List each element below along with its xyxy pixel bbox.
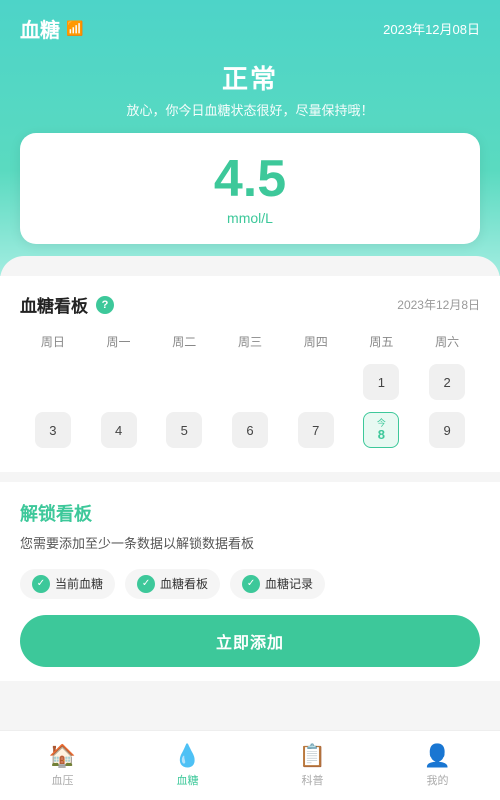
status-label: 正常	[20, 59, 480, 96]
badge-current-blood-sugar: ✓ 当前血糖	[20, 569, 115, 599]
cal-cell-4[interactable]: 4	[86, 408, 152, 452]
nav-label-blood-pressure: 血压	[52, 772, 74, 788]
unlock-desc: 您需要添加至少一条数据以解锁数据看板	[20, 534, 480, 555]
nav-label-science: 科普	[302, 772, 324, 788]
board-section: 血糖看板 ? 2023年12月8日 周日 周一 周二 周三 周四 周五 周六	[0, 276, 500, 472]
badge-label-2: 血糖看板	[160, 575, 208, 592]
cal-day-5: 周五	[349, 329, 415, 354]
wifi-icon: 📶	[66, 20, 83, 37]
top-bar: 血糖 📶 2023年12月08日	[0, 0, 500, 51]
status-desc: 放心，你今日血糖状态很好，尽量保持哦！	[20, 100, 480, 119]
calendar-grid: 周日 周一 周二 周三 周四 周五 周六 1 2 3 4	[20, 329, 480, 452]
badge-blood-sugar-record: ✓ 血糖记录	[230, 569, 325, 599]
value-unit: mmol/L	[40, 210, 460, 226]
cal-header-row: 周日 周一 周二 周三 周四 周五 周六	[20, 329, 480, 354]
app-title-row: 血糖 📶	[20, 14, 83, 43]
app-title: 血糖	[20, 14, 60, 43]
nav-icon-mine: 👤	[424, 743, 451, 769]
check-icon-1: ✓	[32, 575, 50, 593]
nav-icon-blood-sugar: 💧	[174, 743, 201, 769]
cal-cell-9[interactable]: 9	[414, 408, 480, 452]
board-title: 血糖看板	[20, 292, 88, 317]
cal-cell-2[interactable]: 2	[414, 360, 480, 404]
nav-icon-blood-pressure: 🏠	[49, 743, 76, 769]
cal-cell-5[interactable]: 5	[151, 408, 217, 452]
board-date: 2023年12月8日	[397, 296, 480, 313]
cal-day-3: 周三	[217, 329, 283, 354]
check-icon-3: ✓	[242, 575, 260, 593]
status-section: 正常 放心，你今日血糖状态很好，尽量保持哦！	[0, 51, 500, 133]
cal-cell-3[interactable]: 3	[20, 408, 86, 452]
hero-section: 血糖 📶 2023年12月08日 正常 放心，你今日血糖状态很好，尽量保持哦！ …	[0, 0, 500, 284]
badge-row: ✓ 当前血糖 ✓ 血糖看板 ✓ 血糖记录	[20, 569, 480, 599]
cal-cell-empty-3	[151, 360, 217, 404]
cal-cell-1[interactable]: 1	[349, 360, 415, 404]
nav-label-mine: 我的	[427, 772, 449, 788]
nav-item-science[interactable]: 📋 科普	[250, 743, 375, 788]
cal-day-2: 周二	[151, 329, 217, 354]
nav-label-blood-sugar: 血糖	[177, 772, 199, 788]
nav-item-blood-pressure[interactable]: 🏠 血压	[0, 743, 125, 788]
unlock-section: 解锁看板 您需要添加至少一条数据以解锁数据看板 ✓ 当前血糖 ✓ 血糖看板 ✓ …	[0, 482, 500, 681]
header-date: 2023年12月08日	[383, 19, 480, 38]
help-badge[interactable]: ?	[96, 296, 114, 314]
body-area: 血糖看板 ? 2023年12月8日 周日 周一 周二 周三 周四 周五 周六	[0, 276, 500, 681]
badge-blood-sugar-board: ✓ 血糖看板	[125, 569, 220, 599]
cal-cell-empty-4	[217, 360, 283, 404]
cal-row-2: 3 4 5 6 7 今 8 9	[20, 408, 480, 452]
add-now-button[interactable]: 立即添加	[20, 615, 480, 667]
cal-cell-empty-1	[20, 360, 86, 404]
value-card: 4.5 mmol/L	[20, 133, 480, 244]
badge-label-3: 血糖记录	[265, 575, 313, 592]
board-title-row: 血糖看板 ?	[20, 292, 114, 317]
nav-item-mine[interactable]: 👤 我的	[375, 743, 500, 788]
board-header: 血糖看板 ? 2023年12月8日	[20, 292, 480, 317]
bottom-nav: 🏠 血压 💧 血糖 📋 科普 👤 我的	[0, 730, 500, 800]
cal-cell-empty-5	[283, 360, 349, 404]
cal-day-1: 周一	[86, 329, 152, 354]
check-icon-2: ✓	[137, 575, 155, 593]
cal-cell-empty-2	[86, 360, 152, 404]
cal-day-0: 周日	[20, 329, 86, 354]
nav-icon-science: 📋	[299, 743, 326, 769]
badge-label-1: 当前血糖	[55, 575, 103, 592]
cal-cell-7[interactable]: 7	[283, 408, 349, 452]
cal-cell-today[interactable]: 今 8	[349, 408, 415, 452]
nav-item-blood-sugar[interactable]: 💧 血糖	[125, 743, 250, 788]
cal-cell-6[interactable]: 6	[217, 408, 283, 452]
cal-day-6: 周六	[414, 329, 480, 354]
value-number: 4.5	[40, 151, 460, 208]
unlock-title: 解锁看板	[20, 500, 480, 526]
cal-row-1: 1 2	[20, 360, 480, 404]
cal-day-4: 周四	[283, 329, 349, 354]
